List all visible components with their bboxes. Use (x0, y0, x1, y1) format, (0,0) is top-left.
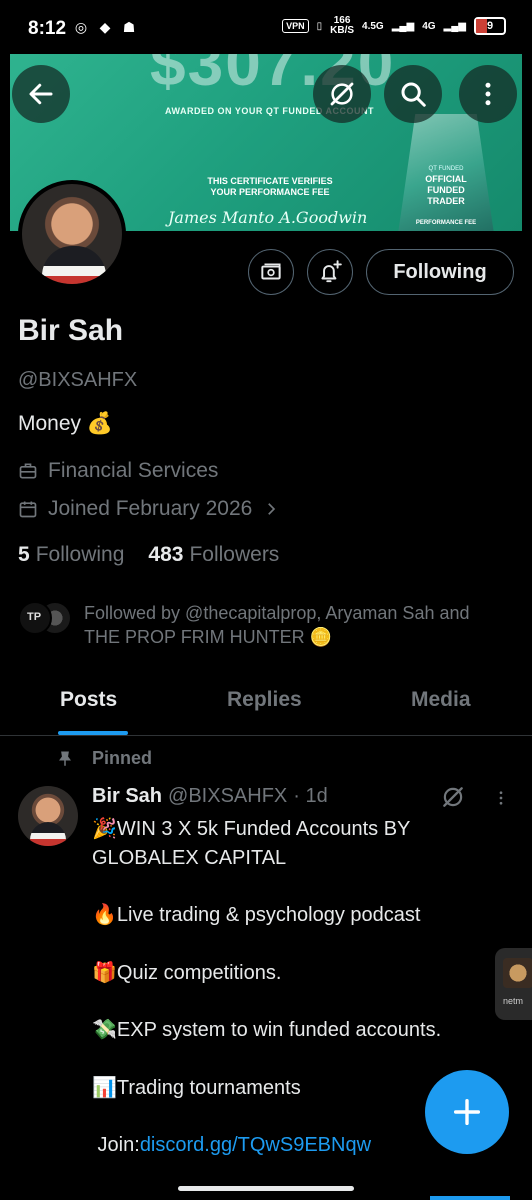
signal-icon-2: ▂▄▆ (443, 20, 466, 32)
profile-name: Bir Sah (18, 314, 124, 347)
bell-plus-icon (321, 260, 342, 283)
post-time[interactable]: · 1d (293, 785, 327, 808)
calendar-icon (19, 501, 37, 518)
grok-button[interactable] (313, 65, 371, 123)
profile-avatar[interactable] (18, 180, 126, 288)
tab-replies[interactable]: Replies (227, 688, 302, 712)
money-icon (261, 263, 281, 280)
followed-by-text: Followed by @thecapitalprop, Aryaman Sah… (84, 603, 470, 647)
search-button[interactable] (384, 65, 442, 123)
join-prefix: Join: (92, 1134, 140, 1156)
joined-label: Joined February 2026 (48, 497, 253, 520)
plus-icon (453, 1098, 481, 1126)
fab-shadow-edge (430, 1196, 510, 1200)
grok-icon (443, 787, 463, 807)
briefcase-icon (19, 463, 37, 479)
follower-avatar (18, 601, 52, 635)
more-vertical-icon (499, 791, 503, 805)
pinned-text: Pinned (92, 748, 153, 768)
profile-handle: @BIXSAHFX (18, 369, 138, 391)
signal-icon: ▂▄▆ (391, 20, 415, 32)
followers-stat[interactable]: 483 Followers (148, 543, 279, 567)
more-vertical-icon (485, 82, 491, 106)
post-line: 🎁Quiz competitions. (92, 961, 282, 984)
person-add-icon: ☗ (122, 19, 136, 35)
post-author-handle[interactable]: @BIXSAHFX (168, 785, 287, 808)
follower-avatars (18, 601, 72, 649)
follow-stats: 5 Following 483 Followers (18, 543, 279, 567)
status-bar: 8:12 ◎ ◆ ☗ VPN ▯ 166 KB/S 4.5G ▂▄▆ 4G ▂▄▆… (0, 0, 532, 54)
profile-joined[interactable]: Joined February 2026 (18, 497, 280, 521)
profile-category: Financial Services (18, 459, 218, 483)
notifications-button[interactable] (307, 249, 353, 295)
trophy-text: OFFICIAL FUNDED TRADER (425, 174, 467, 206)
category-label: Financial Services (48, 459, 219, 482)
post-header: Bir Sah @BIXSAHFX · 1d (92, 785, 328, 808)
active-tab-indicator (58, 731, 128, 735)
profile-tabs: Posts Replies Media (0, 672, 532, 736)
banner-signatures: James Manto A.Goodwin (168, 208, 368, 227)
post-line: 🎉WIN 3 X 5k Funded Accounts BY GLOBALEX … (92, 818, 411, 869)
trophy-brand: QT FUNDED (428, 166, 464, 172)
post-more-button[interactable] (492, 786, 510, 810)
followers-label: Followers (189, 543, 280, 566)
battery-icon: 9 (474, 17, 506, 35)
home-gesture-bar[interactable] (178, 1186, 354, 1191)
back-button[interactable] (12, 65, 70, 123)
following-button[interactable]: Following (366, 249, 514, 295)
profile-bio: Money 💰 (18, 412, 114, 435)
pin-icon (59, 751, 71, 766)
network-speed: 166 KB/S (330, 15, 355, 36)
following-stat[interactable]: 5 Following (18, 543, 124, 567)
post-author-avatar[interactable] (18, 786, 78, 846)
floating-video-thumbnail[interactable]: netm (495, 948, 532, 1020)
followers-count: 483 (148, 543, 184, 566)
compose-post-button[interactable] (425, 1070, 509, 1154)
post-line: 🔥Live trading & psychology podcast (92, 904, 421, 926)
vpn-badge: VPN (282, 19, 309, 33)
trophy-fee: PERFORMANCE FEE (415, 220, 477, 226)
trophy-image (398, 114, 494, 231)
post-line: 💸EXP system to win funded accounts. (92, 1019, 442, 1041)
discord-link[interactable]: discord.gg/TQwS9EBNqw (140, 1134, 371, 1156)
pinned-label: Pinned (56, 748, 152, 769)
system-icons: VPN ▯ 166 KB/S 4.5G ▂▄▆ 4G ▂▄▆ 9 (282, 16, 506, 36)
notification-icons: ◎ ◆ ☗ (72, 18, 138, 36)
tab-posts[interactable]: Posts (60, 688, 117, 712)
banner-certificate-text: THIS CERTIFICATE VERIFIES YOUR PERFORMAN… (207, 176, 333, 197)
tip-button[interactable] (248, 249, 294, 295)
vibrate-icon: ▯ (316, 20, 323, 32)
gamepad-icon: ◆ (99, 19, 111, 35)
more-options-button[interactable] (459, 65, 517, 123)
status-time: 8:12 (28, 18, 67, 39)
tab-media[interactable]: Media (411, 688, 471, 712)
chevron-right-icon (268, 503, 276, 515)
post-author-name[interactable]: Bir Sah (92, 785, 162, 808)
network-label-2: 4G (422, 20, 436, 32)
post-grok-button[interactable] (440, 784, 466, 810)
grok-icon (330, 82, 354, 106)
whatsapp-icon: ◎ (74, 19, 88, 35)
followed-by[interactable]: Followed by @thecapitalprop, Aryaman Sah… (18, 601, 484, 649)
network-label-1: 4.5G (362, 20, 384, 32)
following-count: 5 (18, 543, 30, 566)
arrow-left-icon (29, 83, 53, 105)
search-icon (401, 82, 426, 107)
following-label: Following (35, 543, 125, 566)
thumbnail-label: netm (503, 996, 524, 1006)
